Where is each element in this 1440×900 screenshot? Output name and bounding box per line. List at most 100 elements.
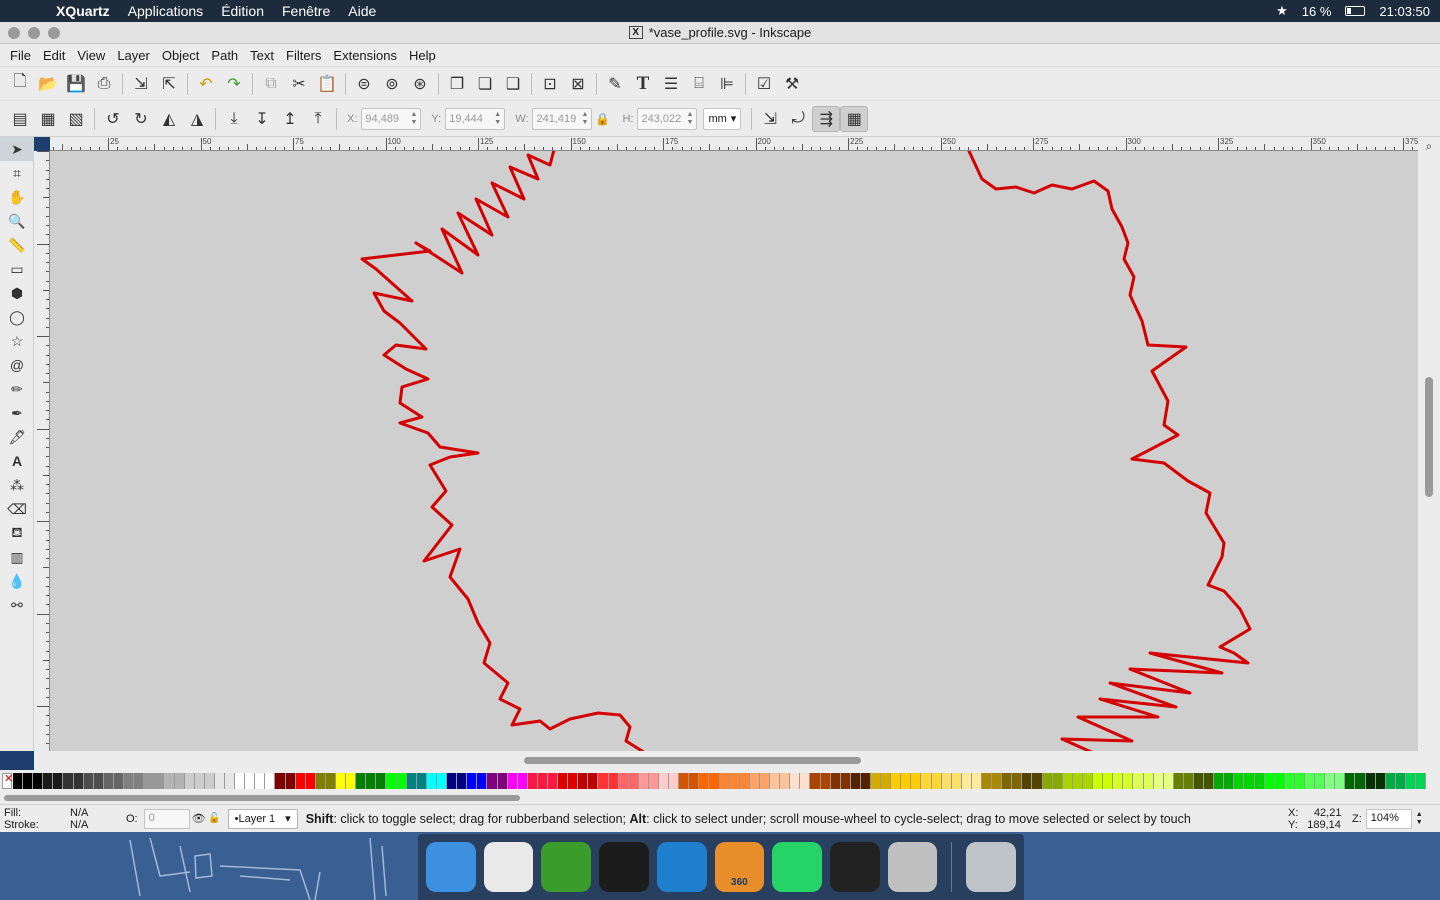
group-icon[interactable]: ⊡: [536, 71, 564, 97]
color-swatch[interactable]: [1264, 773, 1275, 789]
menu-object[interactable]: Object: [156, 48, 206, 63]
no-paint-swatch[interactable]: ✕: [2, 773, 13, 789]
import-icon[interactable]: ⇲: [127, 71, 155, 97]
color-swatch[interactable]: [1052, 773, 1063, 789]
color-swatch[interactable]: [1133, 773, 1144, 789]
color-swatch[interactable]: [245, 773, 256, 789]
color-swatch[interactable]: [103, 773, 114, 789]
color-swatch[interactable]: [689, 773, 700, 789]
color-swatch[interactable]: [366, 773, 377, 789]
rotate-ccw-icon[interactable]: ↺: [99, 106, 127, 132]
color-swatch[interactable]: [43, 773, 54, 789]
dock-app-inkscape-icon[interactable]: [829, 842, 880, 892]
color-swatch[interactable]: [1416, 773, 1427, 789]
color-swatch[interactable]: [770, 773, 781, 789]
color-swatch[interactable]: [144, 773, 155, 789]
cut-icon[interactable]: ✂: [285, 71, 313, 97]
dock-app-finder-icon[interactable]: [426, 842, 476, 892]
lock-icon[interactable]: 🔒: [592, 106, 612, 132]
color-swatch[interactable]: [1325, 773, 1336, 789]
color-swatch[interactable]: [224, 773, 236, 789]
clock[interactable]: 21:03:50: [1379, 4, 1430, 19]
preferences-icon[interactable]: ⚒: [778, 71, 806, 97]
color-swatch[interactable]: [527, 773, 538, 789]
color-swatch[interactable]: [83, 773, 94, 789]
text-font-icon[interactable]: T: [629, 71, 657, 97]
color-swatch[interactable]: [911, 773, 922, 789]
xml-editor-icon[interactable]: ⌸: [685, 71, 713, 97]
color-swatch[interactable]: [537, 773, 548, 789]
unit-select[interactable]: mm ▾: [703, 107, 742, 130]
color-swatch[interactable]: [790, 773, 801, 789]
dock-app-terminal-icon[interactable]: [599, 842, 649, 892]
color-swatch[interactable]: [124, 773, 135, 789]
color-swatch[interactable]: [1395, 773, 1406, 789]
clone-icon[interactable]: ❏: [471, 71, 499, 97]
color-swatch[interactable]: [477, 773, 488, 789]
export-icon[interactable]: ⇱: [155, 71, 183, 97]
zoom-drawing-icon[interactable]: ⊚: [378, 71, 406, 97]
color-swatch[interactable]: [709, 773, 720, 789]
menu-path[interactable]: Path: [205, 48, 244, 63]
color-swatch[interactable]: [1375, 773, 1386, 789]
zoom-tool-icon[interactable]: 🔍: [0, 209, 34, 233]
dock-app-leaf-icon[interactable]: [541, 842, 592, 892]
color-swatch[interactable]: [13, 773, 24, 789]
color-swatch[interactable]: [1315, 773, 1326, 789]
color-swatch[interactable]: [1072, 773, 1083, 789]
y-input[interactable]: 19,444 ▲ ▼: [445, 107, 506, 130]
color-swatch[interactable]: [598, 773, 609, 789]
flip-horizontal-icon[interactable]: ◭: [155, 106, 183, 132]
color-swatch[interactable]: [780, 773, 791, 789]
color-swatch[interactable]: [356, 773, 367, 789]
color-swatch[interactable]: [729, 773, 740, 789]
menu-view[interactable]: View: [71, 48, 111, 63]
color-swatch[interactable]: [800, 773, 811, 789]
color-swatch[interactable]: [971, 773, 982, 789]
dock-app-chrome-icon[interactable]: [483, 842, 534, 892]
color-swatch[interactable]: [1163, 773, 1174, 789]
color-swatch[interactable]: [1193, 773, 1205, 789]
color-swatch[interactable]: [1214, 773, 1225, 789]
redo-icon[interactable]: ↷: [220, 71, 248, 97]
palette-scroll-thumb[interactable]: [4, 795, 520, 801]
macos-app-name[interactable]: XQuartz: [56, 3, 119, 19]
color-swatch[interactable]: [1042, 773, 1053, 789]
horizontal-ruler[interactable]: 25 50 75 100 125 150 175 200 225 250 275 300 325 350 3…: [50, 137, 1418, 151]
color-swatch[interactable]: [547, 773, 559, 789]
color-swatch[interactable]: [134, 773, 145, 789]
color-swatch[interactable]: [497, 773, 508, 789]
color-swatch[interactable]: [467, 773, 478, 789]
color-swatch[interactable]: [568, 773, 579, 789]
text-tool-icon[interactable]: A: [0, 449, 34, 473]
unlink-clone-icon[interactable]: ❑: [499, 71, 527, 97]
spinner-arrows-icon[interactable]: ▲ ▼: [582, 111, 589, 127]
color-swatch[interactable]: [1183, 773, 1194, 789]
spiral-tool-icon[interactable]: @: [0, 353, 34, 377]
color-swatch[interactable]: [113, 773, 125, 789]
spray-tool-icon[interactable]: ⁂: [0, 473, 34, 497]
height-input[interactable]: 243,022 ▲ ▼: [637, 107, 698, 130]
color-swatch[interactable]: [608, 773, 619, 789]
close-window-button[interactable]: [8, 27, 20, 39]
color-swatch[interactable]: [406, 773, 417, 789]
vase-profile-right-path[interactable]: [967, 151, 1252, 751]
color-swatch[interactable]: [870, 773, 882, 789]
color-swatch[interactable]: [699, 773, 710, 789]
color-swatch[interactable]: [93, 773, 104, 789]
transform-gradients-icon[interactable]: ⇶: [812, 105, 841, 132]
color-swatch[interactable]: [941, 773, 952, 789]
zoom-page-icon[interactable]: ⊛: [406, 71, 434, 97]
vertical-ruler[interactable]: [34, 151, 50, 751]
macos-menu-aide[interactable]: Aide: [339, 3, 385, 19]
calligraphy-tool-icon[interactable]: 🖋: [0, 425, 34, 449]
color-swatch[interactable]: [1022, 773, 1033, 789]
color-swatch[interactable]: [588, 773, 599, 789]
menu-extensions[interactable]: Extensions: [327, 48, 403, 63]
color-swatch[interactable]: [1234, 773, 1245, 789]
color-swatch[interactable]: [1345, 773, 1356, 789]
flip-vertical-icon[interactable]: ◮: [183, 106, 211, 132]
color-swatch[interactable]: [255, 773, 266, 789]
color-swatch[interactable]: [285, 773, 296, 789]
save-icon[interactable]: 💾: [62, 71, 90, 97]
